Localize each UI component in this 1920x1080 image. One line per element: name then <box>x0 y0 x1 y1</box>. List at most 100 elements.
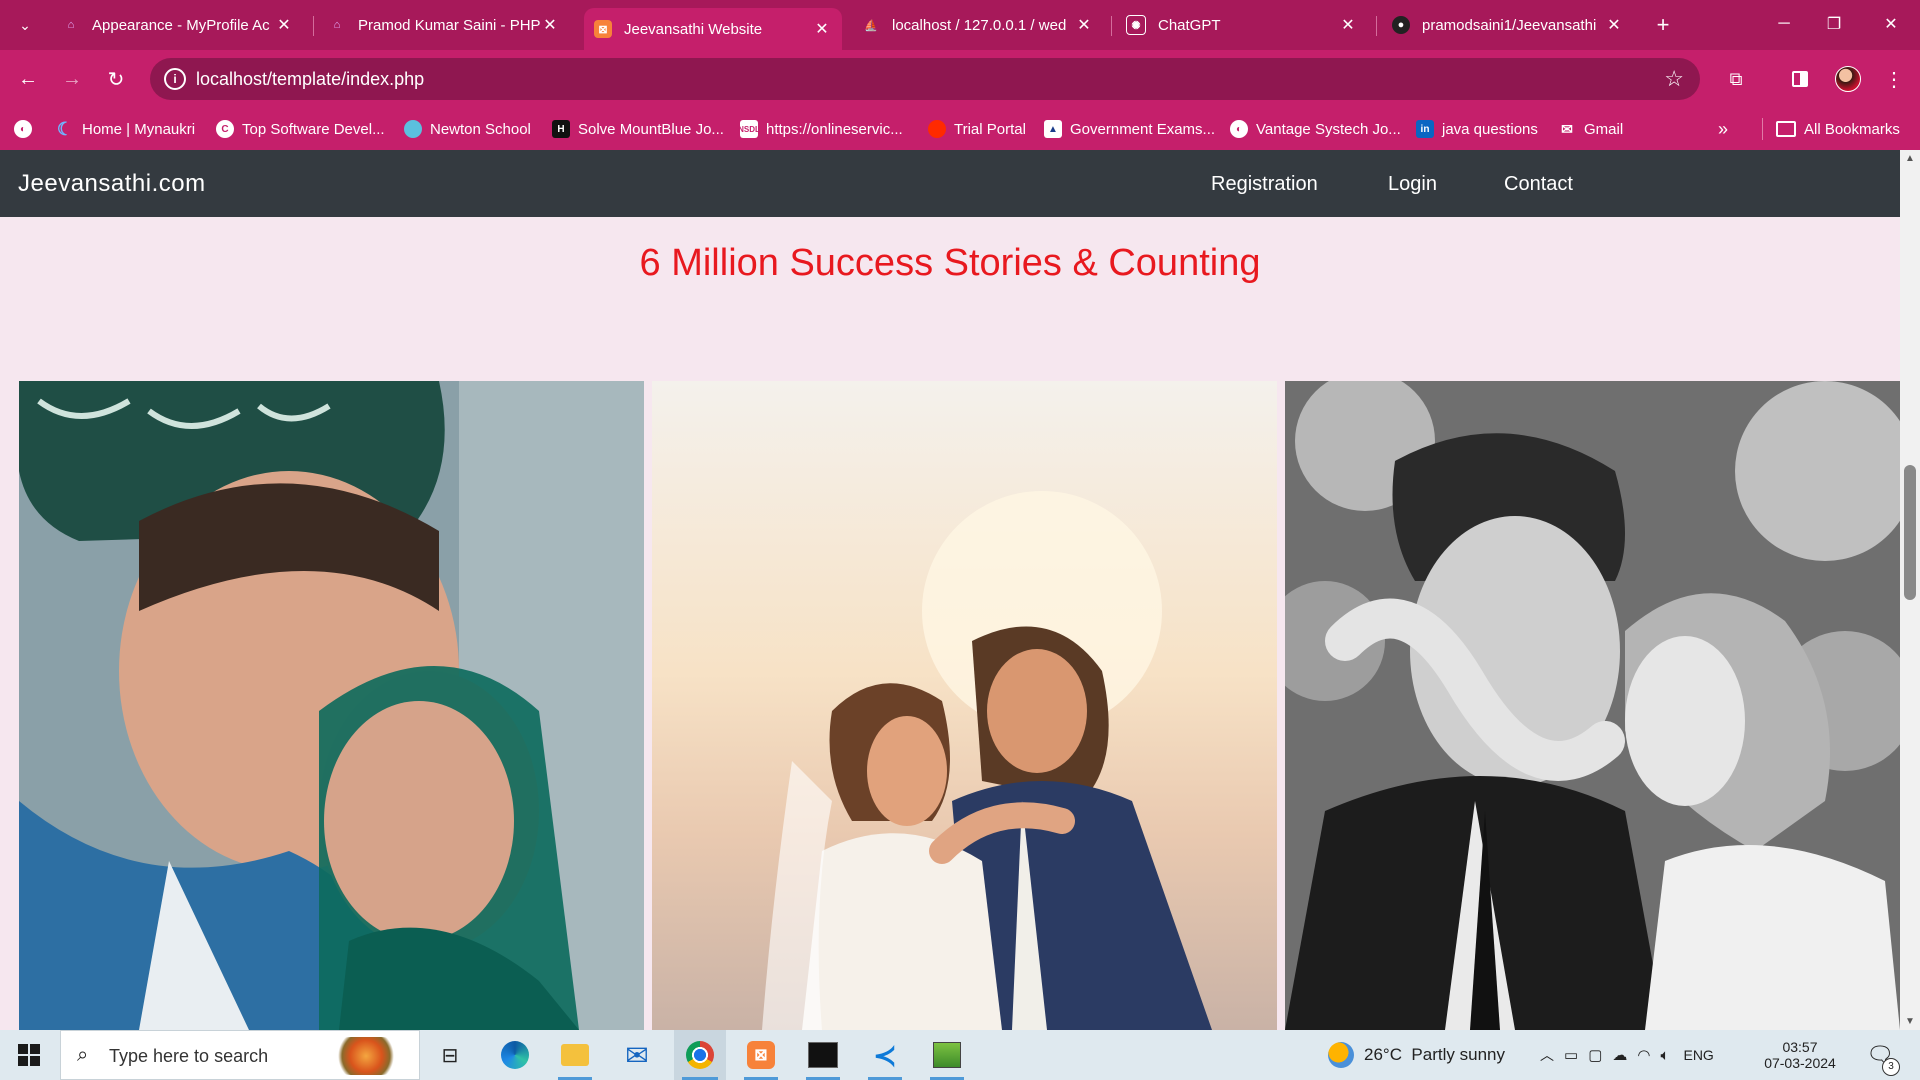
arrow-left-icon: ← <box>18 67 38 90</box>
windows-taskbar: ⌕ Type here to search ⊟ ✉ ⊠ ≺ 26°C Partl… <box>0 1030 1920 1080</box>
software-icon: C <box>216 120 234 138</box>
bookmark-vantage-systech[interactable]: ◐ Vantage Systech Jo... <box>1230 116 1401 142</box>
gmail-icon: ✉ <box>1561 120 1573 137</box>
side-panel-button[interactable] <box>1784 63 1816 95</box>
profile-button[interactable] <box>1832 63 1864 95</box>
chevron-down-icon: ⌄ <box>19 16 31 33</box>
taskbar-mail[interactable]: ✉ <box>612 1030 662 1080</box>
address-bar[interactable]: i localhost/template/index.php ☆ <box>150 58 1700 100</box>
tab-chatgpt[interactable]: ✺ ChatGPT ✕ <box>1116 8 1368 42</box>
terminal-icon <box>808 1042 838 1068</box>
reload-button[interactable]: ↻ <box>100 63 132 95</box>
browser-toolbar: ← → ↻ i localhost/template/index.php ☆ ⧉… <box>0 50 1920 108</box>
bookmark-label: Solve MountBlue Jo... <box>578 120 724 138</box>
taskbar-file-explorer[interactable] <box>550 1030 600 1080</box>
all-bookmarks-button[interactable]: All Bookmarks <box>1776 116 1900 142</box>
volume-icon[interactable]: 🔈︎ <box>1660 1047 1669 1064</box>
task-view-button[interactable]: ⊟ <box>430 1030 470 1080</box>
bookmark-label: Home | Mynaukri <box>82 120 196 138</box>
success-story-photo-2 <box>652 381 1277 1030</box>
tab-pramod-profile[interactable]: ⌂ Pramod Kumar Saini - PHP ✕ <box>318 8 570 42</box>
nav-login[interactable]: Login <box>1388 173 1437 196</box>
close-icon[interactable]: ✕ <box>1604 15 1624 35</box>
taskbar-edge[interactable] <box>490 1030 540 1080</box>
battery-icon[interactable]: ▭ <box>1564 1046 1578 1064</box>
bookmarks-apps-button[interactable]: ◐ <box>14 116 40 142</box>
edge-icon <box>501 1041 529 1069</box>
forward-button[interactable]: → <box>56 63 88 95</box>
bookmark-mynaukri[interactable]: ☾ Home | Mynaukri <box>56 116 195 142</box>
close-icon[interactable]: ✕ <box>1338 15 1358 35</box>
folder-icon <box>1776 121 1796 137</box>
scrollbar-thumb[interactable] <box>1904 465 1916 600</box>
restore-button[interactable]: ❐ <box>1805 0 1863 48</box>
tab-appearance[interactable]: ⌂ Appearance - MyProfile Ac ✕ <box>52 8 304 42</box>
bookmark-java-questions[interactable]: in java questions <box>1416 116 1538 142</box>
bookmarks-divider <box>1762 118 1763 140</box>
bookmark-label: Gmail <box>1584 120 1624 138</box>
url-text[interactable]: localhost/template/index.php <box>196 69 424 90</box>
puzzle-icon: ⧉ <box>1729 68 1743 89</box>
bookmarks-overflow-button[interactable]: » <box>1718 116 1728 142</box>
menu-button[interactable]: ⋮ <box>1878 63 1910 95</box>
tab-search-button[interactable]: ⌄ <box>10 10 40 40</box>
bookmark-mountblue[interactable]: H Solve MountBlue Jo... <box>552 116 724 142</box>
wifi-icon[interactable]: ◠ <box>1637 1046 1650 1064</box>
device-icon[interactable]: ▢ <box>1588 1046 1602 1064</box>
linkedin-icon: in <box>1416 120 1434 138</box>
nsdl-icon: NSDL <box>738 120 760 138</box>
notification-center-button[interactable]: 🗨︎ 3 <box>1866 1030 1900 1080</box>
language-indicator[interactable]: ENG <box>1683 1047 1713 1063</box>
site-brand[interactable]: Jeevansathi.com <box>18 170 206 198</box>
scroll-down-icon[interactable]: ▼ <box>1905 1016 1915 1027</box>
notification-count: 3 <box>1882 1058 1900 1076</box>
nav-contact[interactable]: Contact <box>1504 173 1573 196</box>
arrow-right-icon: → <box>62 67 82 90</box>
chatgpt-icon: ✺ <box>1126 15 1146 35</box>
trial-portal-icon <box>928 120 946 138</box>
start-button[interactable] <box>0 1030 58 1080</box>
phpmyadmin-icon: ⛵ <box>864 19 878 32</box>
close-window-button[interactable]: ✕ <box>1862 0 1920 48</box>
close-icon[interactable]: ✕ <box>274 15 294 35</box>
page-scrollbar[interactable]: ▲ ▼ <box>1900 150 1920 1030</box>
bookmark-newton-school[interactable]: Newton School <box>404 116 531 142</box>
government-exams-icon: ▲ <box>1044 120 1062 138</box>
tab-phpmyadmin[interactable]: ⛵ localhost / 127.0.0.1 / wed ✕ <box>852 8 1104 42</box>
side-panel-icon <box>1792 71 1808 87</box>
clock[interactable]: 03:57 07-03-2024 <box>1760 1030 1840 1080</box>
bookmarks-bar: ◐ ☾ Home | Mynaukri C Top Software Devel..… <box>0 108 1920 150</box>
system-tray-icons[interactable]: ︿ ▭ ▢ ☁ ◠ 🔈︎ ENG <box>1540 1030 1714 1080</box>
close-icon: ✕ <box>1884 16 1898 33</box>
close-icon[interactable]: ✕ <box>540 15 560 35</box>
taskbar-image-viewer[interactable] <box>922 1030 972 1080</box>
weather-widget[interactable]: 26°C Partly sunny <box>1328 1030 1505 1080</box>
bookmark-gmail[interactable]: ✉ Gmail <box>1558 116 1623 142</box>
bookmark-top-software[interactable]: C Top Software Devel... <box>216 116 385 142</box>
tab-jeevansathi[interactable]: ⊠ Jeevansathi Website ✕ <box>584 8 842 50</box>
bookmark-onlineservices[interactable]: NSDL https://onlineservic... <box>738 116 903 142</box>
chevron-up-icon[interactable]: ︿ <box>1540 1045 1554 1065</box>
close-icon[interactable]: ✕ <box>1074 15 1094 35</box>
taskbar-search[interactable]: ⌕ Type here to search <box>60 1030 420 1080</box>
mail-icon: ✉ <box>625 1039 649 1071</box>
taskbar-chrome[interactable] <box>674 1030 726 1080</box>
new-tab-button[interactable]: + <box>1648 10 1678 40</box>
star-icon[interactable]: ☆ <box>1664 66 1684 92</box>
back-button[interactable]: ← <box>12 63 44 95</box>
tab-label: ChatGPT <box>1158 16 1221 34</box>
tab-github[interactable]: ● pramodsaini1/Jeevansathi ✕ <box>1382 8 1634 42</box>
taskbar-terminal[interactable] <box>798 1030 848 1080</box>
taskbar-vscode[interactable]: ≺ <box>860 1030 910 1080</box>
extensions-button[interactable]: ⧉ <box>1720 63 1752 95</box>
site-info-icon[interactable]: i <box>164 68 186 90</box>
couple-photo-3-illustration <box>1285 381 1900 1030</box>
taskbar-xampp[interactable]: ⊠ <box>736 1030 786 1080</box>
bookmark-government-exams[interactable]: ▲ Government Exams... <box>1044 116 1215 142</box>
nav-registration[interactable]: Registration <box>1211 173 1318 196</box>
scroll-up-icon[interactable]: ▲ <box>1905 153 1915 164</box>
close-icon[interactable]: ✕ <box>812 19 832 39</box>
cloud-icon[interactable]: ☁ <box>1612 1046 1627 1064</box>
bookmark-trial-portal[interactable]: Trial Portal <box>928 116 1026 142</box>
search-input[interactable]: Type here to search <box>109 1046 268 1067</box>
